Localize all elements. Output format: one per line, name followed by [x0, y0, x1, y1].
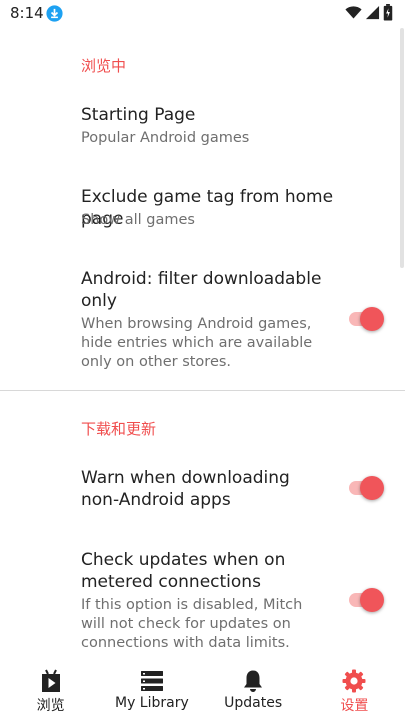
nav-label: 设置: [340, 698, 369, 714]
nav-label: Updates: [224, 695, 283, 711]
nav-item-updates[interactable]: Updates: [203, 660, 304, 720]
status-icons: [345, 4, 393, 21]
settings-list: 浏览中 Starting Page Popular Android games …: [0, 28, 405, 660]
android-filter-switch[interactable]: [347, 306, 385, 332]
switch-thumb: [360, 307, 384, 331]
pref-title: Check updates when on metered connection…: [81, 550, 286, 592]
nav-label: My Library: [114, 695, 189, 711]
signal-icon: [365, 5, 380, 20]
warn-non-android-switch[interactable]: [347, 475, 385, 501]
pref-title: Android: filter downloadable only: [81, 269, 322, 311]
nav-item-settings[interactable]: 设置: [304, 660, 405, 720]
pref-title: Warn when downloading non-Android apps: [81, 468, 290, 510]
pref-title: Starting Page: [81, 105, 196, 125]
library-icon: [140, 671, 163, 691]
pref-summary: Popular Android games: [81, 130, 250, 146]
download-icon: [46, 5, 63, 22]
play-store-icon: [41, 669, 60, 692]
section-divider: [0, 390, 405, 391]
bell-icon: [244, 670, 263, 692]
switch-thumb: [360, 476, 384, 500]
section-title-browse: 浏览中: [81, 57, 127, 75]
metered-updates-switch[interactable]: [347, 587, 385, 613]
gear-icon: [342, 669, 366, 693]
battery-icon: [383, 4, 393, 21]
pref-summary: When browsing Android games, hide entrie…: [81, 316, 313, 370]
section-title-downloads: 下载和更新: [81, 420, 157, 438]
pref-summary: If this option is disabled, Mitch will n…: [81, 597, 303, 651]
nav-item-my-library[interactable]: My Library: [101, 660, 202, 720]
nav-item-browse[interactable]: 浏览: [0, 660, 101, 720]
switch-thumb: [360, 588, 384, 612]
pref-summary: Show all games: [81, 212, 195, 228]
bottom-nav: 浏览 My Library Updates 设置: [0, 660, 405, 720]
status-time: 8:14: [10, 4, 44, 22]
wifi-icon: [345, 6, 362, 19]
nav-label: 浏览: [36, 698, 65, 714]
status-bar: 8:14: [0, 0, 405, 28]
